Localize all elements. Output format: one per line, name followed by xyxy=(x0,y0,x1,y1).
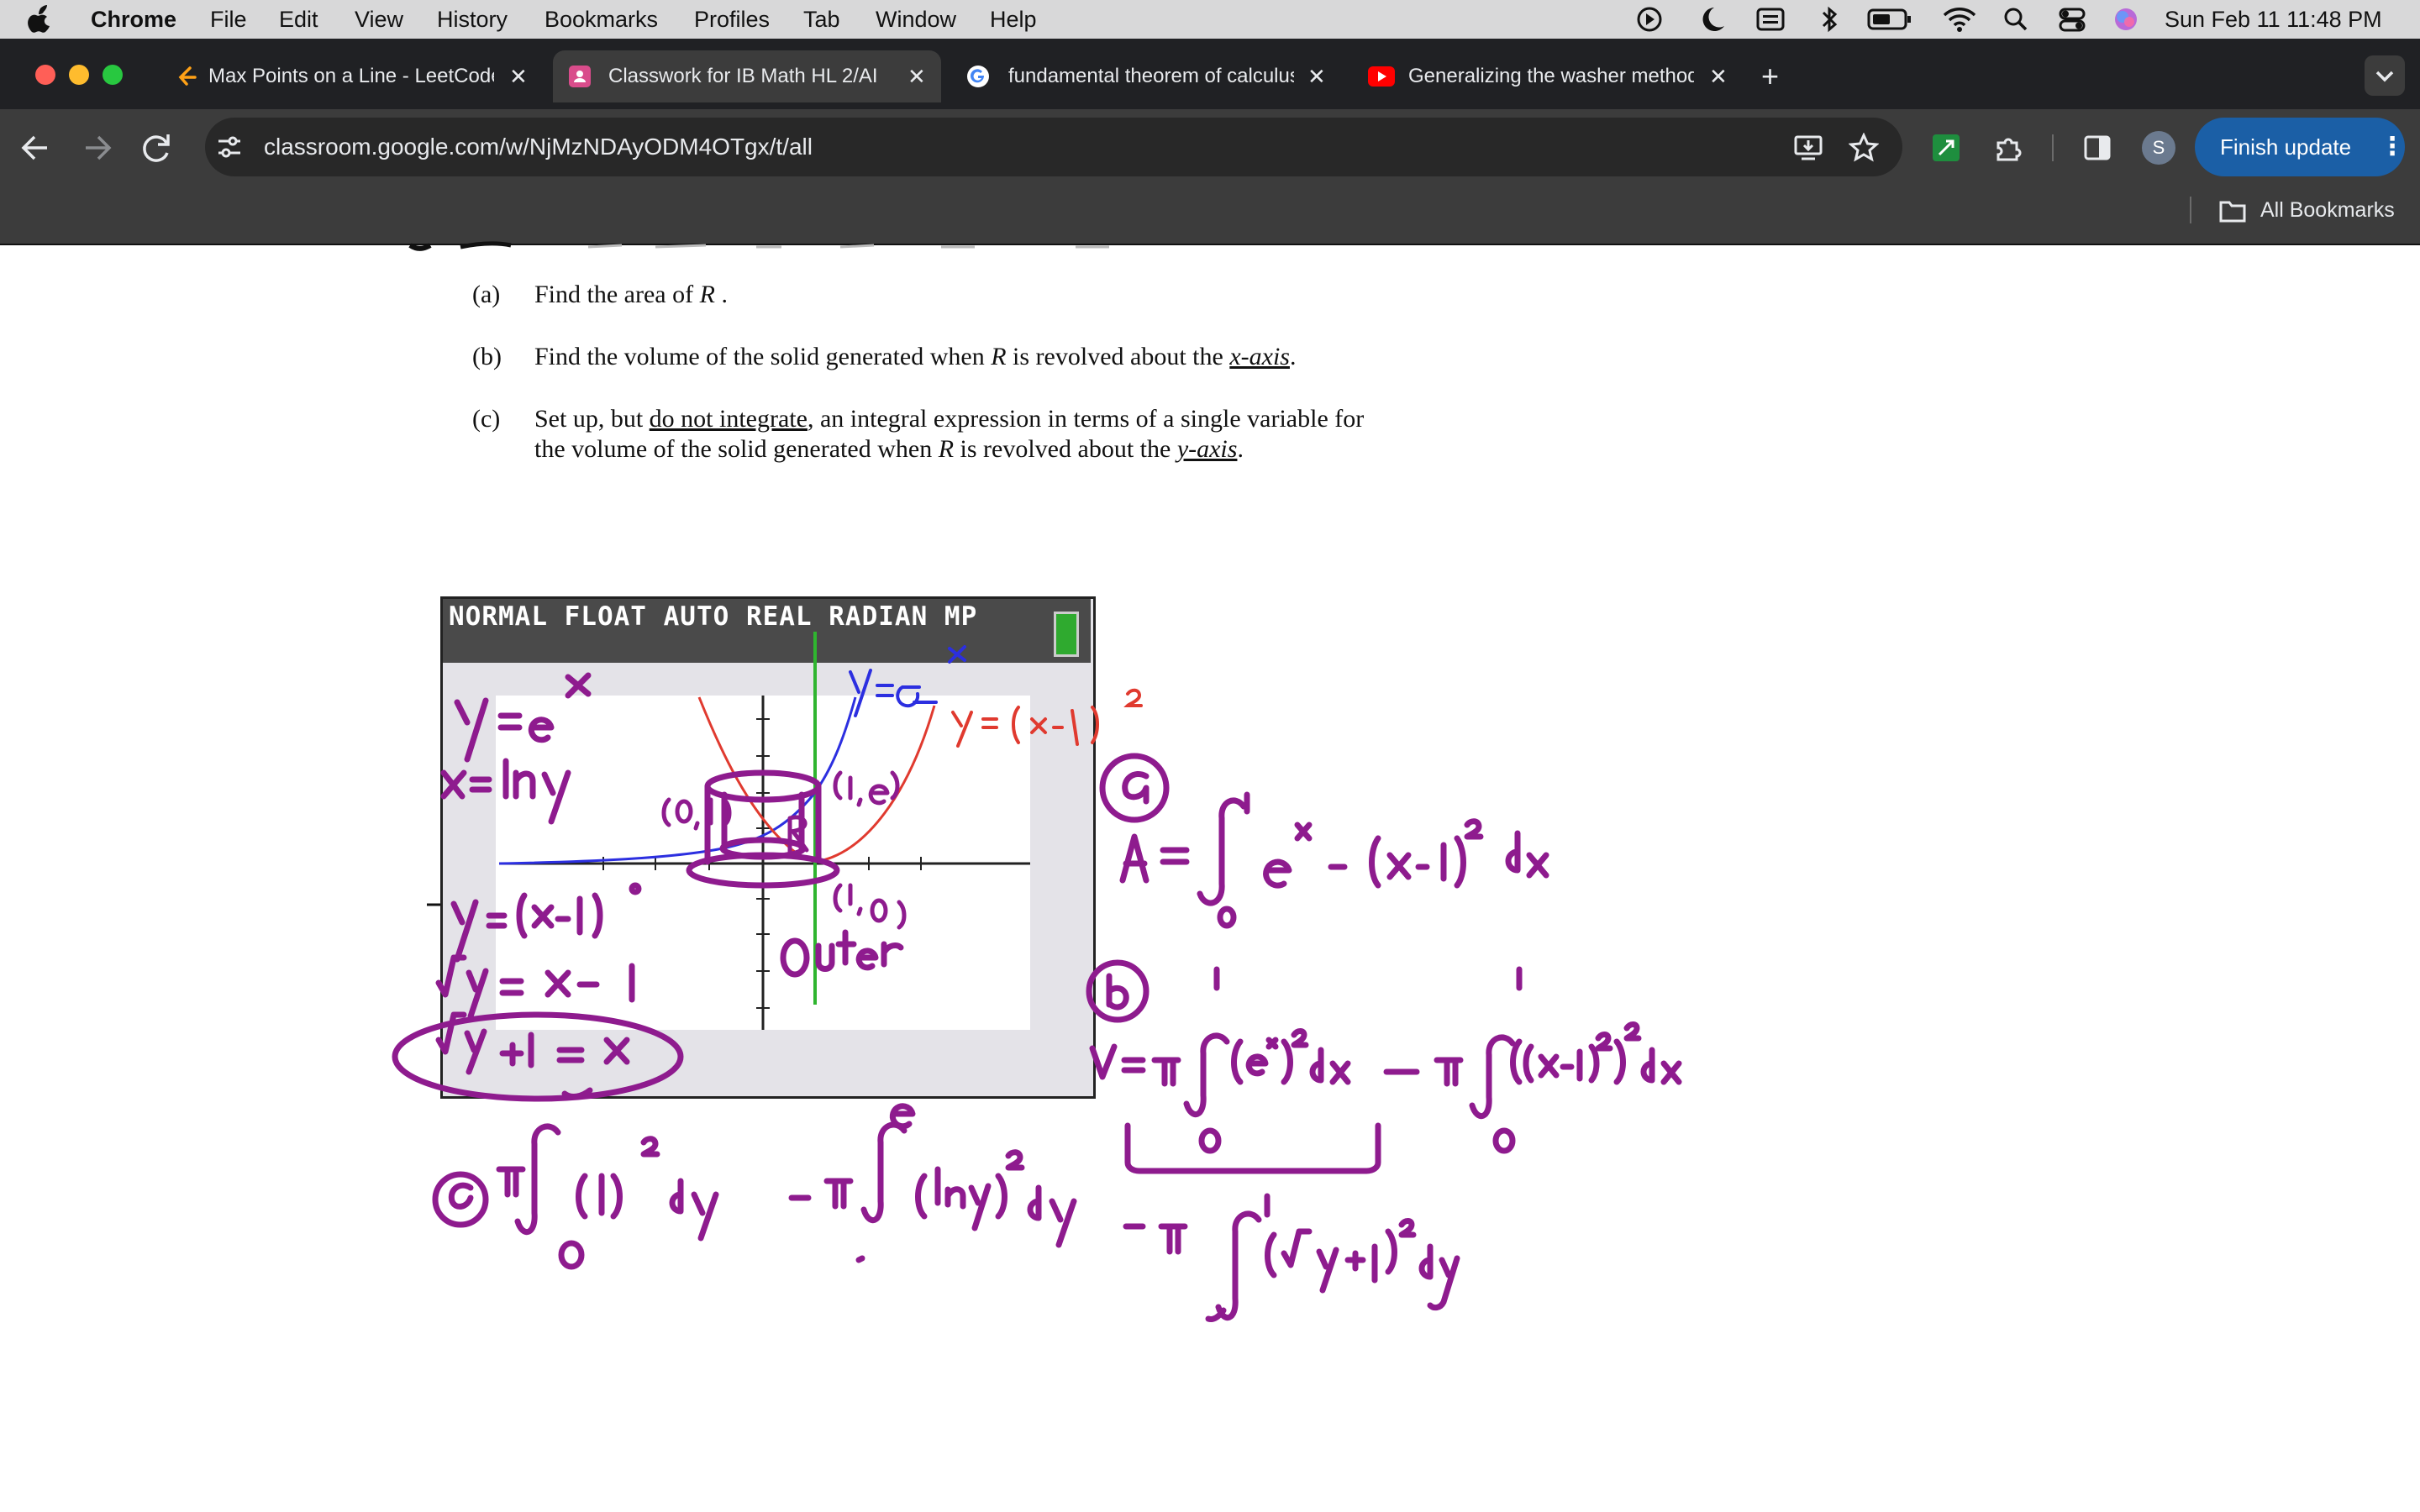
point-1-e-label xyxy=(833,770,900,807)
blue-curve-label xyxy=(849,645,966,717)
note-y-equals-x-minus-1-squared xyxy=(450,882,642,963)
point-0-1-label xyxy=(661,797,732,831)
note-x-equals-ln-y xyxy=(440,758,571,825)
note-sqrt-y-equals-x-minus-1 xyxy=(435,954,635,1020)
answer-a xyxy=(1099,753,1549,929)
handwritten-annotations xyxy=(392,645,1682,1322)
point-1-0-label xyxy=(833,883,907,930)
red-curve-label xyxy=(951,688,1143,748)
cylinder-sketch xyxy=(686,769,840,889)
outer-label xyxy=(780,929,904,978)
answer-c xyxy=(432,1103,1460,1322)
note-y-equals-e-x xyxy=(454,672,592,763)
answer-b xyxy=(1086,959,1682,1174)
note-circled-sqrt-y-plus-1-equals-x xyxy=(392,1011,684,1102)
